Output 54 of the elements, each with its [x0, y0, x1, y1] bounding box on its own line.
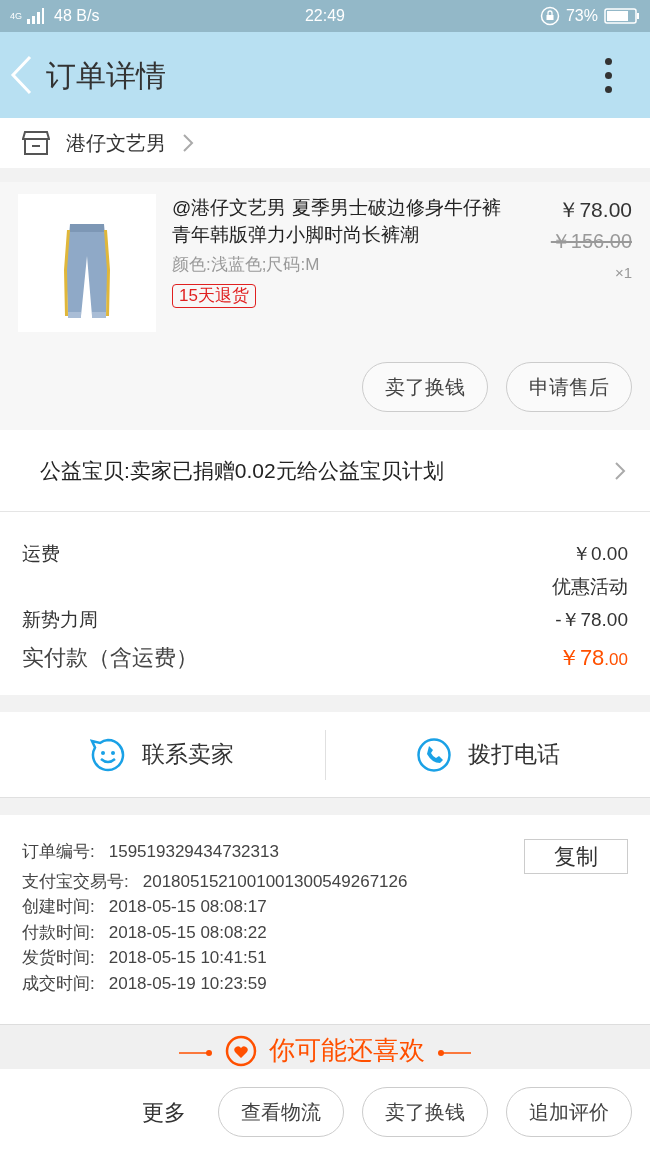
info-label: 订单编号: [22, 841, 95, 863]
battery-percent: 73% [565, 6, 598, 26]
action-button[interactable]: 卖了换钱 [362, 362, 488, 412]
shop-name: 港仔文艺男 [66, 131, 166, 156]
shop-row[interactable]: 港仔文艺男 [0, 118, 650, 168]
info-label: 创建时间: [22, 896, 95, 918]
more-link[interactable]: 更多 [142, 1095, 186, 1129]
fee-label: 运费 [22, 542, 60, 567]
network-speed: 48 B/s [54, 6, 100, 26]
original-price: ￥156.00 [550, 228, 632, 254]
action-button[interactable]: 追加评价 [506, 1087, 632, 1137]
info-value: 2018-05-19 10:23:59 [108, 972, 267, 995]
page-title: 订单详情 [46, 57, 166, 94]
contact-button[interactable]: 拨打电话 [325, 712, 650, 797]
signal-icon [26, 7, 44, 25]
chevron-right-icon [182, 133, 194, 153]
info-label: 发货时间: [22, 947, 95, 969]
fee-value: ￥0.00 [572, 542, 628, 567]
rotation-lock-icon [539, 6, 560, 26]
chevron-right-icon [614, 460, 626, 481]
info-label: 成交时间: [22, 972, 95, 995]
return-policy-tag: 15天退货 [172, 283, 256, 308]
clock-time: 22:49 [303, 6, 346, 26]
charity-row[interactable]: 公益宝贝:卖家已捐赠0.02元给公益宝贝计划 [0, 430, 650, 512]
product-variant: 颜色:浅蓝色;尺码:M [172, 254, 321, 276]
battery-icon [604, 8, 640, 24]
network-label: 4G [10, 11, 22, 21]
discount-label: 优惠活动 [552, 575, 628, 600]
fee-value: -￥78.00 [555, 608, 628, 633]
fee-label: 实付款（含运费） [22, 643, 198, 672]
divider-dot-line [179, 1049, 213, 1057]
action-button[interactable]: 申请售后 [506, 362, 632, 412]
action-button[interactable]: 卖了换钱 [362, 1087, 488, 1137]
chat-face-icon [90, 736, 127, 773]
action-button[interactable]: 查看物流 [218, 1087, 344, 1137]
divider-dot-line [437, 1049, 471, 1057]
contact-button[interactable]: 联系卖家 [0, 712, 325, 797]
info-label: 支付宝交易号: [22, 870, 129, 893]
product-title: @港仔文艺男 夏季男士破边修身牛仔裤青年韩版弹力小脚时尚长裤潮 [172, 196, 502, 247]
info-value: 2018051521001001300549267126 [142, 870, 408, 893]
phone-icon [415, 736, 452, 773]
shop-icon [22, 130, 50, 156]
total-amount: ￥78.00 [557, 643, 628, 672]
info-value: 2018-05-15 08:08:17 [108, 896, 267, 918]
copy-button[interactable]: 复制 [524, 839, 628, 874]
info-value: 2018-05-15 10:41:51 [108, 947, 267, 969]
fee-label: 新势力周 [22, 608, 98, 633]
info-value: 2018-05-15 08:08:22 [108, 921, 267, 944]
info-label: 付款时间: [22, 921, 95, 944]
recommend-title: 你可能还喜欢 [269, 1035, 425, 1065]
product-price: ￥78.00 [558, 197, 632, 223]
info-value: 159519329434732313 [108, 841, 279, 863]
quantity: ×1 [614, 262, 632, 283]
charity-text: 公益宝贝:卖家已捐赠0.02元给公益宝贝计划 [40, 457, 444, 484]
